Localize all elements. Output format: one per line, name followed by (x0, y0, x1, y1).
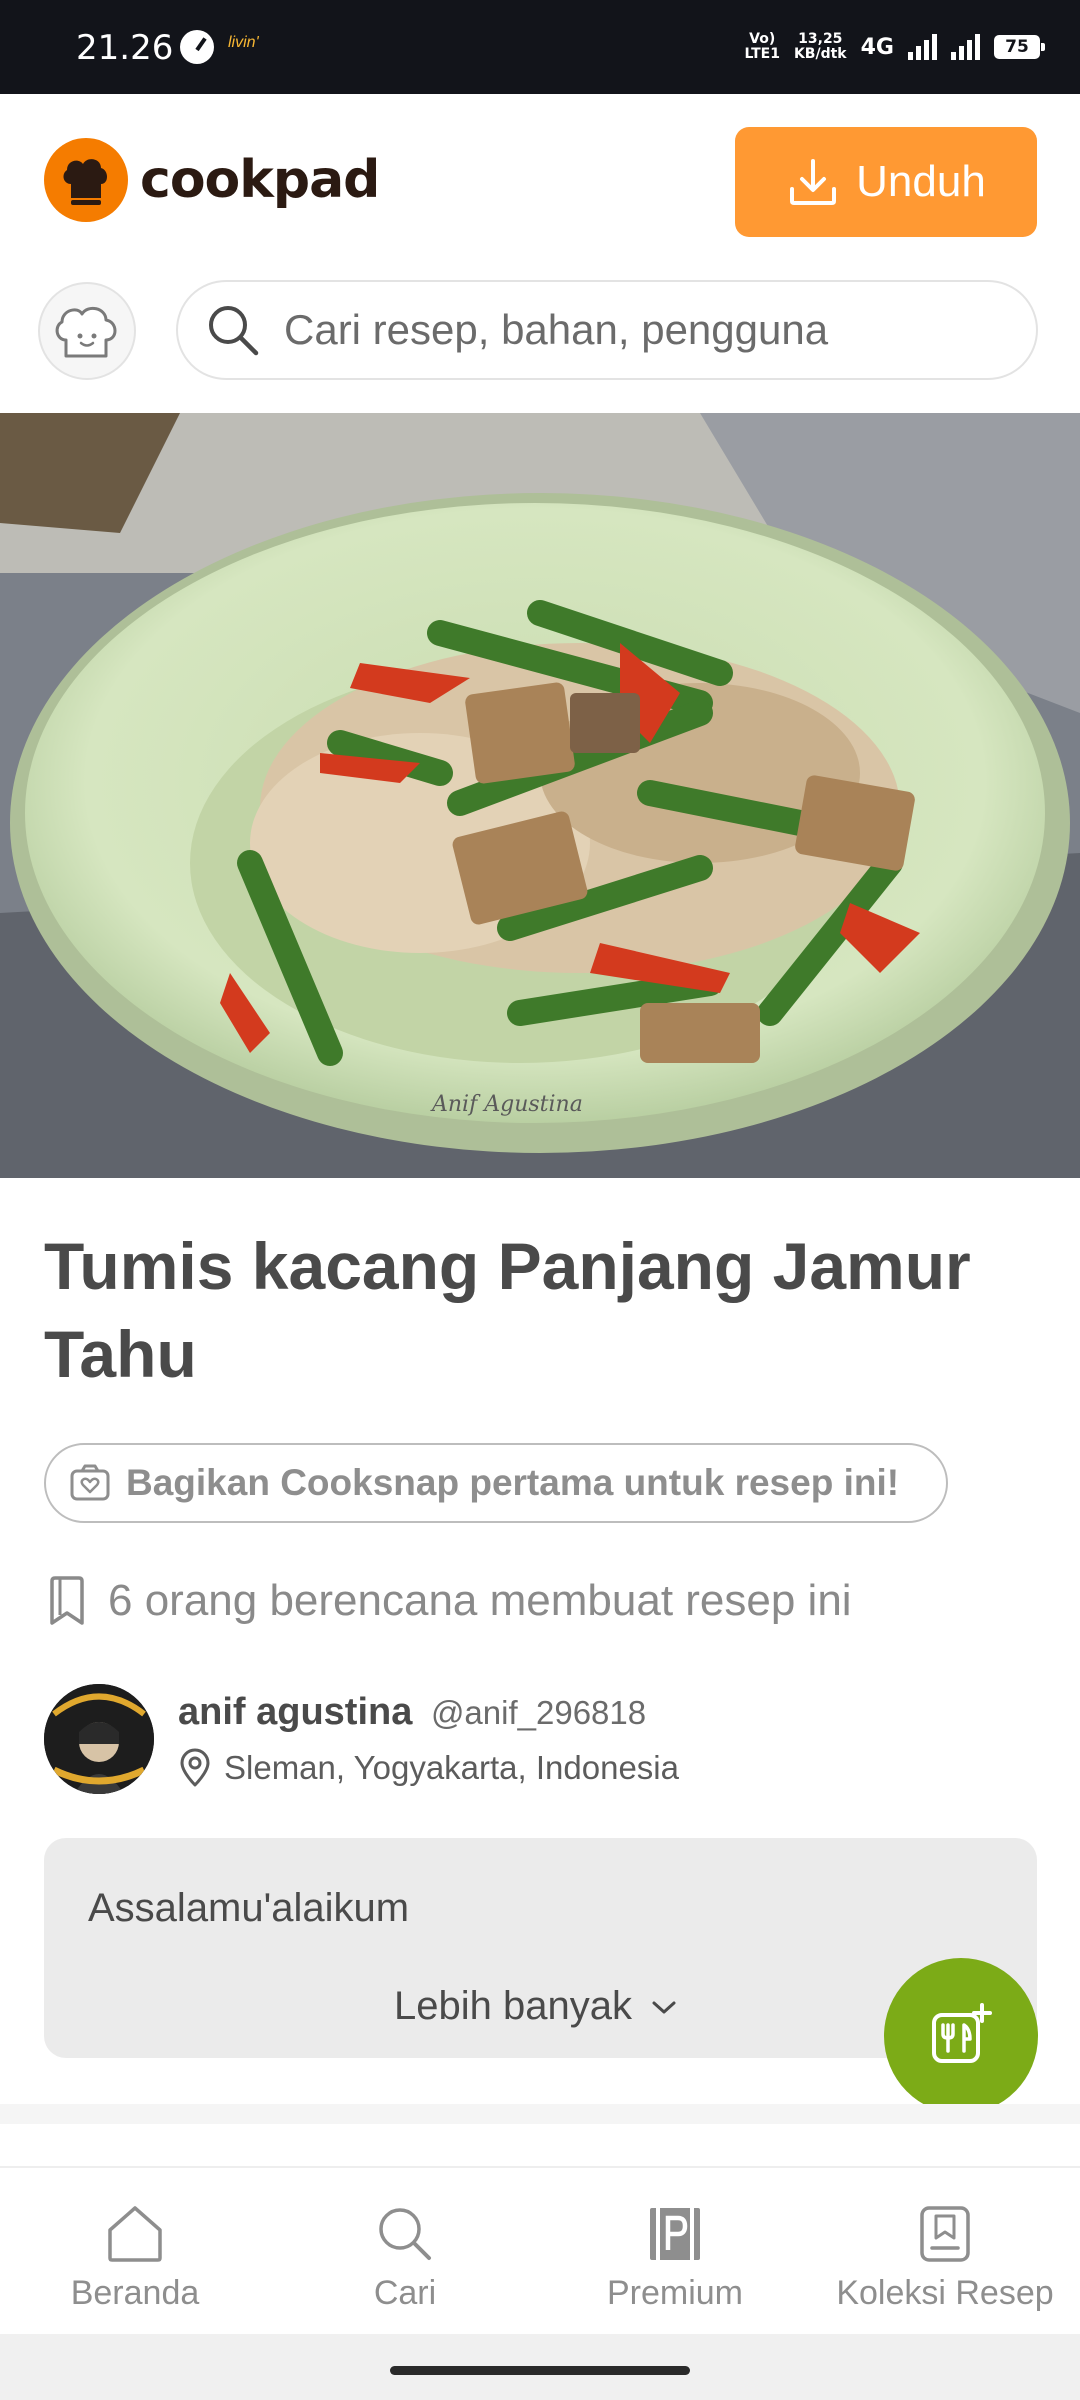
nav-beranda[interactable]: Beranda (0, 2168, 270, 2334)
collection-icon (920, 2206, 970, 2262)
volte-indicator: Vo) LTE1 (744, 31, 780, 62)
camera-heart-icon (70, 1464, 110, 1501)
home-icon (108, 2206, 162, 2262)
nav-label: Premium (606, 2274, 744, 2312)
recipe-title: Tumis kacang Panjang Jamur Tahu (44, 1229, 971, 1391)
cookpad-logo[interactable]: cookpad (44, 138, 380, 222)
search-input[interactable]: Cari resep, bahan, pengguna (176, 280, 1038, 380)
chef-hat-icon (44, 138, 128, 222)
status-time: 21.26 (76, 28, 174, 68)
cutlery-plus-icon (932, 2003, 992, 2063)
cooksnap-label: Bagikan Cooksnap pertama untuk resep ini… (126, 1462, 900, 1503)
chevron-down-icon (652, 2001, 676, 2013)
photo-watermark: Anif Agustina (430, 1092, 583, 1117)
home-gesture-bar[interactable] (390, 2366, 690, 2375)
nav-cari[interactable]: Cari (270, 2168, 540, 2334)
nav-premium[interactable]: Premium (540, 2168, 810, 2334)
author-row[interactable]: anif agustina @anif_296818 Sleman, Yogya… (44, 1684, 679, 1794)
author-name[interactable]: anif agustina (178, 1691, 412, 1733)
planned-text: 6 orang berencana membuat resep ini (108, 1576, 852, 1625)
cooksnap-button[interactable]: Bagikan Cooksnap pertama untuk resep ini… (44, 1443, 948, 1523)
signal-2-icon (951, 34, 980, 60)
author-avatar[interactable] (44, 1684, 154, 1794)
premium-icon (650, 2208, 700, 2260)
profile-button[interactable] (38, 282, 136, 380)
show-more-label: Lebih banyak (394, 1984, 632, 2028)
nav-label: Beranda (70, 2274, 200, 2312)
gesture-area (0, 2334, 1080, 2400)
status-indicators: Vo) LTE1 13,25 KB/dtk 4G 75 (744, 24, 1045, 70)
speed-app-icon (180, 30, 214, 64)
nav-label: Koleksi Resep (836, 2274, 1054, 2312)
chef-avatar-icon (55, 306, 117, 358)
bottom-navigation: Beranda Cari Premium Koleksi Resep (0, 2166, 1080, 2334)
nav-koleksi-resep[interactable]: Koleksi Resep (810, 2168, 1080, 2334)
search-icon (379, 2208, 431, 2260)
download-button[interactable]: Unduh (735, 127, 1037, 237)
bookmark-icon (50, 1576, 84, 1625)
author-location: Sleman, Yogyakarta, Indonesia (224, 1748, 679, 1786)
download-label: Unduh (856, 157, 986, 206)
description-text: Assalamu'alaikum (88, 1886, 410, 1930)
location-pin-icon (180, 1748, 210, 1786)
author-handle: @anif_296818 (430, 1693, 647, 1731)
planned-count: 6 orang berencana membuat resep ini (46, 1575, 852, 1627)
add-to-plan-button[interactable] (884, 1958, 1038, 2114)
download-icon (790, 159, 837, 205)
network-speed: 13,25 KB/dtk (793, 31, 847, 62)
show-more-button[interactable]: Lebih banyak (394, 1984, 678, 2029)
signal-1-icon (908, 34, 937, 60)
network-type: 4G (860, 34, 894, 60)
search-placeholder: Cari resep, bahan, pengguna (284, 306, 829, 353)
logo-text: cookpad (140, 150, 380, 210)
livin-app-badge: livin' (228, 34, 259, 51)
status-bar: 21.26 livin' Vo) LTE1 13,25 KB/dtk 4G 75 (0, 0, 1080, 94)
search-icon (209, 306, 259, 356)
nav-label: Cari (373, 2274, 437, 2312)
battery-icon: 75 (994, 35, 1045, 59)
section-divider (0, 2104, 1080, 2124)
recipe-photo[interactable]: Anif Agustina (0, 413, 1080, 1178)
